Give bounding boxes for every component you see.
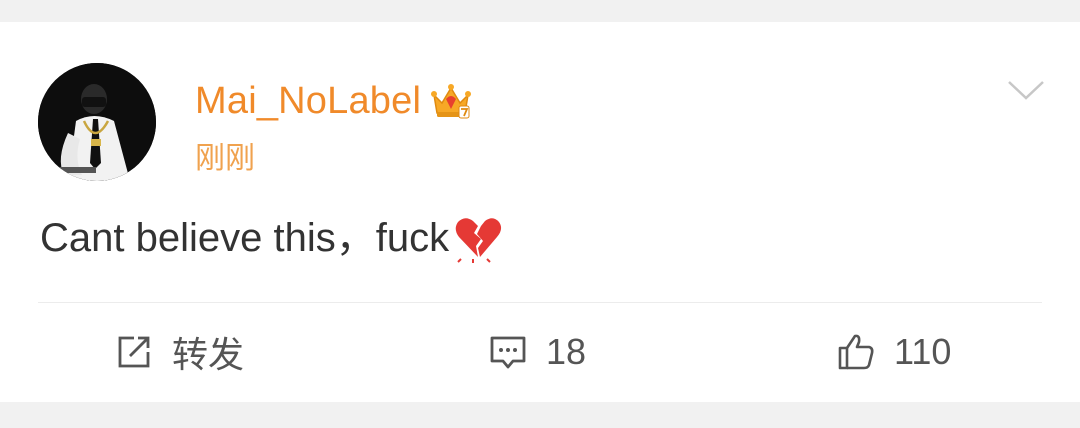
- broken-heart-icon: [455, 218, 502, 263]
- username-text: Mai_NoLabel: [195, 80, 422, 122]
- avatar-icon: [38, 63, 156, 181]
- post-text: Cant believe this，fuck: [40, 216, 450, 260]
- post-timestamp: 刚刚: [195, 142, 255, 175]
- username[interactable]: Mai_NoLabel: [195, 78, 473, 124]
- repost-button[interactable]: 转发: [114, 328, 244, 376]
- avatar[interactable]: [38, 63, 156, 181]
- comment-icon: [490, 336, 526, 369]
- like-count: 110: [894, 331, 952, 372]
- post-card: Mai_NoLabel 刚刚 Cant believe this，fuck 转发…: [0, 22, 1080, 402]
- repost-label: 转发: [172, 334, 245, 375]
- crown-badge-icon: [431, 84, 472, 119]
- post-content: Cant believe this，fuck: [40, 212, 505, 264]
- like-button[interactable]: 110: [836, 328, 951, 376]
- comment-button[interactable]: 18: [488, 328, 586, 376]
- share-icon: [118, 336, 150, 368]
- comment-count: 18: [546, 331, 587, 372]
- divider: [38, 302, 1042, 303]
- thumbs-up-icon: [838, 334, 874, 370]
- chevron-down-icon[interactable]: [1006, 76, 1046, 104]
